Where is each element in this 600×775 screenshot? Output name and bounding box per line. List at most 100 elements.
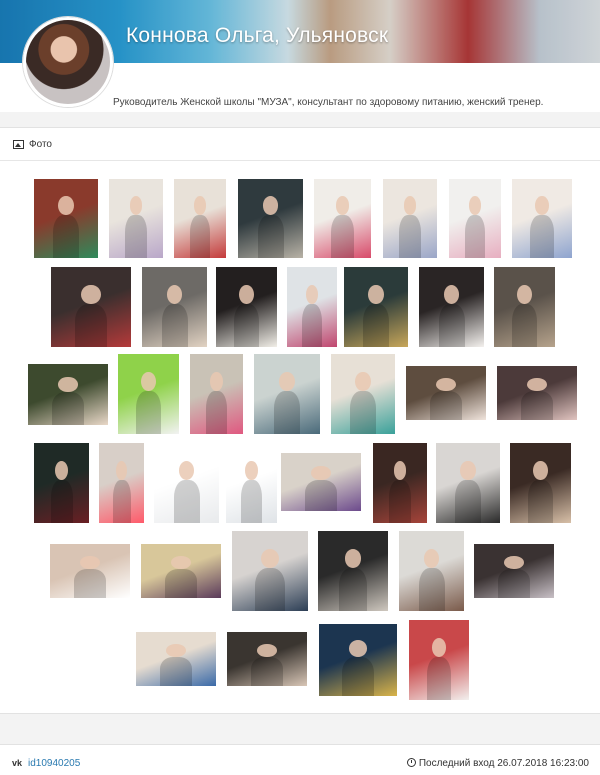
photo-subject-body bbox=[438, 303, 465, 347]
gallery-photo[interactable] bbox=[50, 544, 130, 598]
photo-subject-body bbox=[273, 390, 301, 434]
photo-subject-body bbox=[455, 479, 481, 523]
photo-subject bbox=[403, 196, 417, 216]
vk-profile-link[interactable]: id10940205 bbox=[28, 758, 80, 769]
gallery-photo[interactable] bbox=[287, 267, 337, 347]
photo-subject-body bbox=[112, 479, 131, 523]
image-icon bbox=[13, 139, 24, 149]
photo-subject-body bbox=[305, 479, 337, 511]
gallery-photo[interactable] bbox=[238, 179, 303, 258]
gallery-photo[interactable] bbox=[383, 179, 437, 258]
gallery-photo[interactable] bbox=[344, 267, 408, 347]
photo-subject bbox=[58, 377, 78, 393]
gallery-photo[interactable] bbox=[232, 531, 308, 611]
photo-subject bbox=[368, 284, 384, 304]
gallery-photo[interactable] bbox=[331, 354, 395, 434]
photo-subject-body bbox=[464, 215, 486, 258]
photo-subject bbox=[81, 284, 101, 304]
photo-subject bbox=[210, 371, 223, 391]
gallery-photo[interactable] bbox=[227, 632, 307, 686]
gallery-photo[interactable] bbox=[318, 531, 388, 611]
gallery-photo[interactable] bbox=[142, 267, 207, 347]
gallery-photo[interactable] bbox=[409, 620, 469, 700]
photo-subject bbox=[460, 460, 476, 480]
gallery-photo[interactable] bbox=[109, 179, 163, 258]
photo-subject-body bbox=[498, 568, 530, 598]
gallery-photo[interactable] bbox=[319, 624, 397, 696]
gallery-photo[interactable] bbox=[474, 544, 554, 598]
gallery-photo[interactable] bbox=[34, 443, 89, 523]
photo-subject bbox=[80, 555, 100, 569]
photo-subject bbox=[239, 284, 254, 304]
photo-subject bbox=[355, 371, 371, 391]
gallery-photo[interactable] bbox=[436, 443, 500, 523]
gallery-photo[interactable] bbox=[226, 443, 277, 523]
photo-subject bbox=[141, 371, 156, 391]
photo-subject bbox=[306, 284, 318, 304]
photo-subject bbox=[436, 377, 456, 391]
photos-title: Фото bbox=[29, 138, 52, 150]
gallery-photo[interactable] bbox=[136, 632, 216, 686]
gallery-photo[interactable] bbox=[281, 453, 361, 511]
photo-subject-body bbox=[363, 303, 389, 347]
photo-subject bbox=[257, 643, 277, 657]
gallery-photo[interactable] bbox=[34, 179, 98, 258]
photo-subject bbox=[279, 371, 295, 391]
photo-subject-body bbox=[430, 390, 462, 420]
photo-subject-body bbox=[173, 479, 200, 523]
last-seen: Последний вход 26.07.2018 16:23:00 bbox=[406, 758, 589, 769]
gallery-photo[interactable] bbox=[494, 267, 555, 347]
photo-subject bbox=[344, 548, 362, 568]
gallery-photo[interactable] bbox=[190, 354, 243, 434]
photo-subject bbox=[54, 460, 69, 480]
gallery-photo[interactable] bbox=[419, 267, 484, 347]
photo-subject bbox=[166, 643, 186, 657]
photo-subject bbox=[260, 548, 280, 568]
photo-subject-body bbox=[160, 656, 192, 686]
gallery-photo[interactable] bbox=[118, 354, 179, 434]
photo-subject-body bbox=[342, 657, 374, 696]
gallery-photo[interactable] bbox=[512, 179, 572, 258]
photo-subject-body bbox=[530, 215, 554, 258]
photo-subject bbox=[534, 196, 550, 216]
photo-subject-body bbox=[389, 479, 411, 523]
photos-panel-header: Фото bbox=[0, 128, 600, 161]
photo-subject-body bbox=[350, 390, 376, 434]
gallery-photo[interactable] bbox=[449, 179, 501, 258]
gallery-photo[interactable] bbox=[510, 443, 571, 523]
photo-subject bbox=[533, 460, 548, 480]
photo-subject bbox=[443, 284, 460, 304]
vk-icon: vk bbox=[12, 758, 23, 768]
gallery-photo[interactable] bbox=[406, 366, 486, 420]
gallery-photo[interactable] bbox=[497, 366, 577, 420]
gallery-photo[interactable] bbox=[216, 267, 277, 347]
gallery-photo[interactable] bbox=[141, 544, 221, 598]
avatar[interactable] bbox=[23, 17, 113, 107]
gallery-photo[interactable] bbox=[154, 443, 219, 523]
photo-subject bbox=[504, 555, 524, 569]
gallery-photo[interactable] bbox=[99, 443, 144, 523]
gallery-photo[interactable] bbox=[174, 179, 226, 258]
photo-subject bbox=[431, 637, 447, 657]
photo-subject-body bbox=[339, 567, 367, 611]
photo-subject-body bbox=[205, 390, 228, 434]
photo-subject-body bbox=[241, 479, 262, 523]
photo-subject bbox=[527, 377, 547, 391]
gallery-photo[interactable] bbox=[254, 354, 320, 434]
gallery-photo[interactable] bbox=[28, 364, 108, 425]
gallery-photo[interactable] bbox=[314, 179, 371, 258]
last-seen-text: Последний вход 26.07.2018 16:23:00 bbox=[418, 758, 589, 769]
profile-bio: Руководитель Женской школы "МУЗА", консу… bbox=[113, 97, 544, 108]
photo-subject-body bbox=[251, 656, 283, 686]
photo-subject-body bbox=[53, 215, 79, 258]
photo-subject-body bbox=[528, 479, 553, 523]
gallery-photo[interactable] bbox=[399, 531, 464, 611]
gallery-photo[interactable] bbox=[373, 443, 427, 523]
photo-subject-body bbox=[521, 390, 553, 420]
photo-subject bbox=[171, 555, 191, 569]
photo-subject bbox=[178, 460, 195, 480]
photo-subject bbox=[468, 196, 482, 216]
photo-subject-body bbox=[75, 303, 107, 347]
gallery-photo[interactable] bbox=[51, 267, 131, 347]
photo-subject-body bbox=[302, 303, 322, 347]
